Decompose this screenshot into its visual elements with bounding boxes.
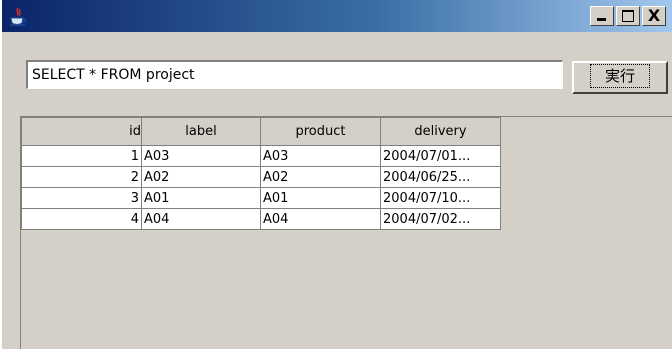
cell-product[interactable]: A02 [260, 166, 381, 188]
window-controls: X [590, 6, 668, 27]
column-header-delivery[interactable]: delivery [380, 117, 501, 146]
run-button[interactable]: 実行 [572, 61, 668, 94]
cell-id[interactable]: 2 [21, 166, 142, 188]
result-table-area[interactable]: id label product delivery 1 A03 A03 2004… [20, 116, 672, 349]
cell-label[interactable]: A01 [141, 187, 261, 209]
close-button[interactable]: X [642, 6, 666, 26]
cell-delivery[interactable]: 2004/07/10... [380, 187, 501, 209]
cell-id[interactable]: 4 [21, 208, 142, 230]
cell-label[interactable]: A04 [141, 208, 261, 230]
cell-delivery[interactable]: 2004/07/02... [380, 208, 501, 230]
column-header-product[interactable]: product [260, 117, 381, 146]
java-cup-icon [10, 7, 27, 26]
table-row[interactable]: 4 A04 A04 2004/07/02... [21, 208, 501, 230]
cell-label[interactable]: A03 [141, 145, 261, 167]
column-header-label[interactable]: label [141, 117, 261, 146]
cell-id[interactable]: 1 [21, 145, 142, 167]
cell-label[interactable]: A02 [141, 166, 261, 188]
cell-delivery[interactable]: 2004/07/01... [380, 145, 501, 167]
table-row[interactable]: 3 A01 A01 2004/07/10... [21, 187, 501, 209]
cell-product[interactable]: A01 [260, 187, 381, 209]
title-bar[interactable]: X [2, 0, 672, 32]
sql-query-input[interactable]: SELECT * FROM project [26, 60, 563, 89]
table-header-row: id label product delivery [21, 117, 501, 146]
app-window: X SELECT * FROM project 実行 id label prod… [0, 0, 672, 349]
result-table: id label product delivery 1 A03 A03 2004… [21, 117, 501, 230]
run-button-label: 実行 [589, 64, 650, 88]
maximize-button[interactable] [616, 6, 640, 26]
cell-delivery[interactable]: 2004/06/25... [380, 166, 501, 188]
table-row[interactable]: 2 A02 A02 2004/06/25... [21, 166, 501, 188]
cell-product[interactable]: A03 [260, 145, 381, 167]
minimize-button[interactable] [590, 6, 614, 26]
table-row[interactable]: 1 A03 A03 2004/07/01... [21, 145, 501, 167]
cell-product[interactable]: A04 [260, 208, 381, 230]
cell-id[interactable]: 3 [21, 187, 142, 209]
column-header-id[interactable]: id [21, 117, 142, 146]
